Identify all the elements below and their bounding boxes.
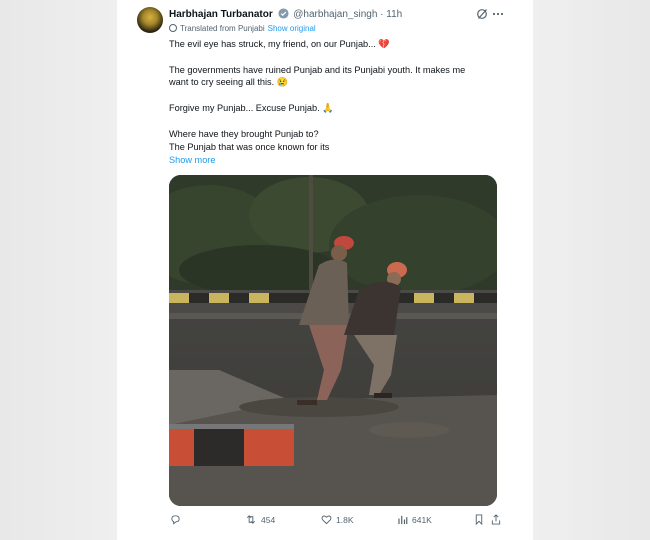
share-icon	[491, 514, 501, 525]
show-original-link[interactable]: Show original	[268, 24, 316, 33]
tweet-line: The evil eye has struck, my friend, on o…	[169, 39, 390, 49]
separator-dot: ·	[380, 9, 384, 20]
views-button[interactable]: 641K	[397, 514, 432, 525]
retweet-icon	[247, 515, 255, 524]
globe-icon	[169, 24, 177, 32]
tweet-header: Harbhajan Turbanator @harbhajan_singh · …	[169, 8, 402, 20]
reply-icon	[171, 515, 180, 525]
translation-note: Translated from Punjabi Show original	[169, 24, 316, 33]
verified-badge-icon	[277, 8, 289, 19]
grok-icon[interactable]	[476, 8, 488, 20]
page-background-right	[533, 0, 650, 540]
translated-label: Translated from Punjabi	[180, 24, 265, 33]
author-name[interactable]: Harbhajan Turbanator	[169, 9, 273, 20]
tweet-line: Forgive my Punjab... Excuse Punjab. 🙏	[169, 103, 334, 113]
views-count: 641K	[412, 514, 432, 525]
tweet-line: want to cry seeing all this. 😢	[169, 77, 289, 87]
like-button[interactable]: 1.8K	[321, 514, 354, 525]
tweet-video[interactable]	[169, 175, 497, 506]
show-more-link[interactable]: Show more	[169, 154, 215, 166]
tweet-line: Where have they brought Punjab to?	[169, 129, 319, 139]
author-handle[interactable]: @harbhajan_singh	[293, 9, 377, 20]
tweet-line: The governments have ruined Punjab and i…	[169, 65, 466, 75]
video-frame-image	[169, 175, 497, 506]
tweet-line: The Punjab that was once known for its	[169, 142, 330, 152]
retweet-count: 454	[261, 514, 276, 525]
share-button[interactable]	[491, 514, 505, 525]
more-options-icon[interactable]	[492, 8, 504, 20]
bookmark-button[interactable]	[474, 514, 488, 525]
page-background-left	[0, 0, 117, 540]
heart-icon	[321, 515, 332, 525]
avatar[interactable]	[137, 7, 163, 33]
retweet-button[interactable]: 454	[245, 514, 275, 525]
views-chart-icon	[398, 515, 408, 525]
reply-button[interactable]	[170, 514, 185, 525]
bookmark-icon	[475, 514, 483, 525]
like-count: 1.8K	[336, 514, 354, 525]
tweet-time[interactable]: 11h	[386, 9, 402, 20]
